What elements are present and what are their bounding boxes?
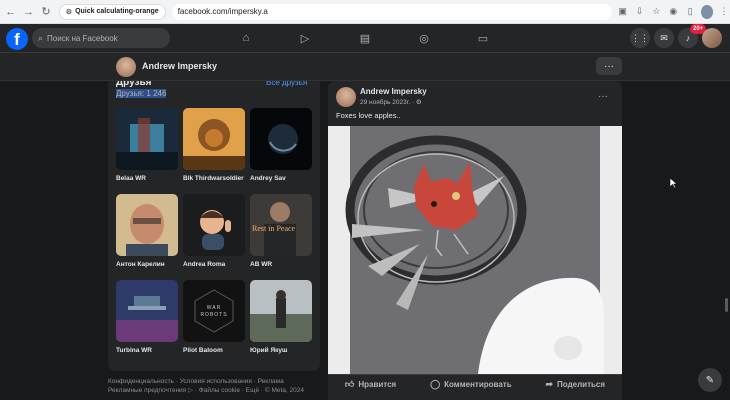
- friend-name[interactable]: Turbina WR: [116, 347, 178, 354]
- friend-name[interactable]: Andrea Roma: [183, 261, 245, 268]
- post-author-name[interactable]: Andrew Impersky: [360, 87, 427, 96]
- friend-card[interactable]: Andrey Sav: [250, 108, 312, 182]
- browser-profile-avatar[interactable]: [701, 4, 714, 19]
- marketplace-icon[interactable]: ▤: [357, 30, 373, 46]
- new-message-button[interactable]: ✎: [698, 368, 722, 392]
- site-info-icon: ⚙: [65, 8, 73, 16]
- comment-button[interactable]: ◯ Комментировать: [430, 379, 512, 390]
- gaming-icon[interactable]: ▭: [475, 30, 491, 46]
- friend-card[interactable]: Blk Thirdwarsoldier: [183, 108, 245, 182]
- compose-icon: ✎: [705, 374, 715, 386]
- friend-photo[interactable]: [250, 280, 312, 342]
- search-icon: ⌕: [38, 32, 44, 43]
- browser-toolbar: ← → ↻ ⚙ Quick calculating-orange facebook…: [0, 0, 730, 24]
- profile-more-button[interactable]: ···: [596, 57, 622, 75]
- thumbs-up-icon: 👍︎: [344, 379, 355, 389]
- account-avatar[interactable]: [702, 28, 722, 48]
- friend-name[interactable]: AB WR: [250, 261, 312, 268]
- post-author-avatar[interactable]: [336, 87, 356, 107]
- friends-title[interactable]: Друзья: [116, 81, 151, 87]
- friend-name[interactable]: Pilot Baloom: [183, 347, 245, 354]
- friend-card[interactable]: Юрий Якуш: [250, 280, 312, 354]
- groups-icon[interactable]: ◎: [416, 30, 432, 46]
- friend-photo[interactable]: [116, 194, 178, 256]
- comment-icon: ◯: [430, 379, 441, 389]
- friend-name[interactable]: Blk Thirdwarsoldier: [183, 175, 245, 182]
- video-icon[interactable]: ▷: [297, 30, 313, 46]
- profile-name[interactable]: Andrew Impersky: [142, 61, 217, 71]
- bookmark-star-icon[interactable]: ☆: [650, 5, 662, 19]
- friends-count: Друзья: 1 246: [116, 89, 167, 98]
- friend-photo[interactable]: [116, 108, 178, 170]
- friend-card[interactable]: Turbina WR: [116, 280, 178, 354]
- mouse-cursor-icon: [670, 178, 678, 188]
- friend-card[interactable]: Andrea Roma: [183, 194, 245, 268]
- profile-avatar[interactable]: [116, 57, 136, 77]
- tab-group-label: Quick calculating-orange: [75, 8, 159, 15]
- photo-caption: Rest in Peace: [252, 224, 296, 233]
- footer-line-2[interactable]: Рекламные предпочтения ▷ · Файлы cookie …: [108, 386, 323, 395]
- friend-name[interactable]: Юрий Якуш: [250, 347, 312, 354]
- home-icon[interactable]: ⌂: [238, 30, 254, 46]
- see-all-friends-link[interactable]: Все друзья: [266, 81, 307, 87]
- translate-icon[interactable]: ▣: [617, 5, 629, 19]
- friend-photo[interactable]: [250, 108, 312, 170]
- friend-photo[interactable]: [183, 108, 245, 170]
- friend-card[interactable]: Belaa WR: [116, 108, 178, 182]
- photo-caption: WAR ROBOTS: [200, 305, 228, 318]
- browser-menu-icon[interactable]: ⋮: [718, 5, 730, 19]
- friend-card[interactable]: Антон Карелин: [116, 194, 178, 268]
- address-bar[interactable]: facebook.com/impersky.a: [171, 3, 612, 20]
- friend-photo[interactable]: WAR ROBOTS: [183, 280, 245, 342]
- messenger-icon[interactable]: ✉: [654, 28, 674, 48]
- friend-card[interactable]: Rest in Peace AB WR: [250, 194, 312, 268]
- post-text: Foxes love apples..: [336, 111, 401, 120]
- post-actions: 👍︎ Нравится ◯ Комментировать ➦ Поделиться: [328, 374, 622, 394]
- share-label: Поделиться: [557, 380, 606, 389]
- scrollbar-thumb[interactable]: [725, 298, 728, 312]
- extension-icon[interactable]: ◉: [667, 5, 679, 19]
- friend-name[interactable]: Антон Карелин: [116, 261, 178, 268]
- like-label: Нравится: [358, 380, 397, 389]
- share-icon: ➦: [545, 379, 554, 389]
- post-photo[interactable]: [328, 126, 622, 374]
- url-text: facebook.com/impersky.a: [177, 7, 268, 16]
- back-icon[interactable]: ←: [4, 4, 18, 20]
- reload-icon[interactable]: ↻: [39, 4, 53, 20]
- like-button[interactable]: 👍︎ Нравится: [345, 379, 396, 390]
- friend-name[interactable]: Andrey Sav: [250, 175, 312, 182]
- footer-line-1[interactable]: Конфиденциальность · Условия использован…: [108, 377, 323, 386]
- facebook-top-bar: f ⌕ Поиск на Facebook ⌂ ▷ ▤ ◎ ▭ ⋮⋮ ✉ ♪: [0, 24, 730, 53]
- search-input[interactable]: ⌕ Поиск на Facebook: [32, 28, 170, 48]
- facebook-logo-icon[interactable]: f: [6, 28, 28, 50]
- tab-group-chip[interactable]: ⚙ Quick calculating-orange: [58, 3, 166, 20]
- download-icon[interactable]: ⇩: [634, 5, 646, 19]
- comment-label: Комментировать: [444, 380, 512, 389]
- sidebar-icon[interactable]: ▯: [684, 5, 696, 19]
- friend-photo[interactable]: [183, 194, 245, 256]
- footer-links: Конфиденциальность · Условия использован…: [108, 377, 323, 395]
- friend-name[interactable]: Belaa WR: [116, 175, 178, 182]
- friend-photo[interactable]: Rest in Peace: [250, 194, 312, 256]
- search-placeholder: Поиск на Facebook: [47, 33, 118, 43]
- friend-photo[interactable]: [116, 280, 178, 342]
- post-more-icon[interactable]: ···: [598, 91, 608, 102]
- friend-card[interactable]: WAR ROBOTS Pilot Baloom: [183, 280, 245, 354]
- menu-grid-icon[interactable]: ⋮⋮: [630, 28, 650, 48]
- share-button[interactable]: ➦ Поделиться: [545, 379, 605, 390]
- post-date[interactable]: 29 ноябрь 2023г. · ⚙: [360, 98, 422, 106]
- forward-icon[interactable]: →: [22, 4, 36, 20]
